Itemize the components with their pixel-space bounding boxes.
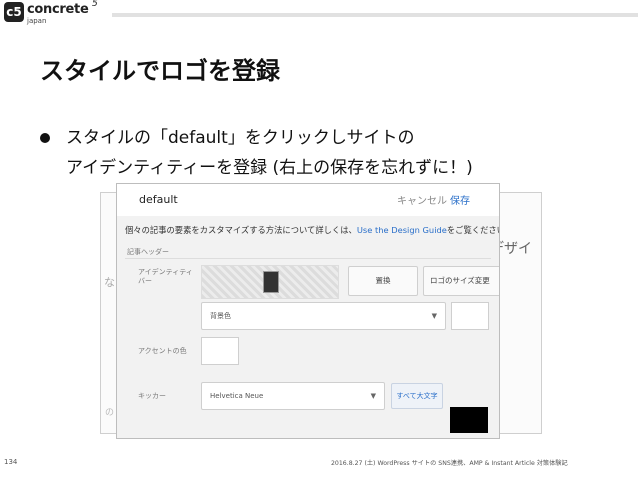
background-color-label: 背景色: [210, 312, 231, 320]
bullet-text-line-2: アイデンティティーを登録 (右上の保存を忘れずに！): [66, 158, 473, 178]
kicker-font-select[interactable]: Helvetica Neue ▼: [201, 382, 385, 410]
section-divider: [125, 258, 491, 259]
chevron-down-icon: ▼: [431, 312, 437, 320]
background-text: の: [105, 408, 115, 418]
concrete5-logo: c5 concrete 5 japan: [4, 0, 104, 28]
panel-description: 個々の記事の要素をカスタマイズする方法について詳しくは、Use the Desi…: [125, 224, 499, 236]
identity-image-field[interactable]: [201, 265, 339, 299]
description-text: をご覧ください。: [446, 225, 499, 235]
footer-text: 2016.8.27 (土) WordPress サイトの SNS連携、AMP &…: [331, 460, 568, 467]
description-text: 個々の記事の要素をカスタマイズする方法について詳しくは、: [125, 225, 357, 235]
section-header: 記事ヘッダー: [127, 248, 169, 256]
page-number: 134: [4, 458, 18, 466]
bullet-text-line-1: スタイルの「default」をクリックしサイトの: [66, 128, 415, 148]
background-color-select[interactable]: 背景色 ▼: [201, 302, 446, 330]
bullet-dot-icon: [40, 133, 50, 143]
style-editor-panel: default キャンセル 保存 個々の記事の要素をカスタマイズする方法について…: [116, 183, 500, 439]
design-guide-link[interactable]: Use the Design Guide: [357, 225, 447, 235]
accent-color-swatch[interactable]: [201, 337, 239, 365]
chevron-down-icon: ▼: [370, 392, 376, 400]
resize-logo-button[interactable]: ロゴのサイズ変更: [423, 266, 499, 296]
logo-five: 5: [92, 0, 98, 9]
background-text: な: [104, 276, 115, 289]
slide-title: スタイルでロゴを登録: [40, 57, 280, 85]
panel-header: default キャンセル 保存: [117, 184, 499, 216]
accent-color-label: アクセントの色: [138, 347, 187, 355]
redaction-box: [450, 407, 488, 433]
all-caps-button[interactable]: すべて大文字: [391, 383, 443, 409]
identity-bar-label: アイデンティティバー: [138, 268, 193, 285]
font-value: Helvetica Neue: [210, 392, 264, 400]
save-button[interactable]: 保存: [450, 192, 470, 207]
kicker-label: キッカー: [138, 392, 166, 400]
logo-subtitle: japan: [27, 17, 47, 25]
logo-wordmark: concrete: [27, 2, 89, 17]
background-color-swatch[interactable]: [451, 302, 489, 330]
logo-mark-icon: c5: [4, 2, 24, 22]
panel-title: default: [139, 193, 178, 206]
header-rule: [112, 13, 638, 17]
cancel-button[interactable]: キャンセル: [397, 192, 447, 207]
replace-button[interactable]: 置換: [348, 266, 418, 296]
logo-thumbnail: [263, 271, 279, 293]
